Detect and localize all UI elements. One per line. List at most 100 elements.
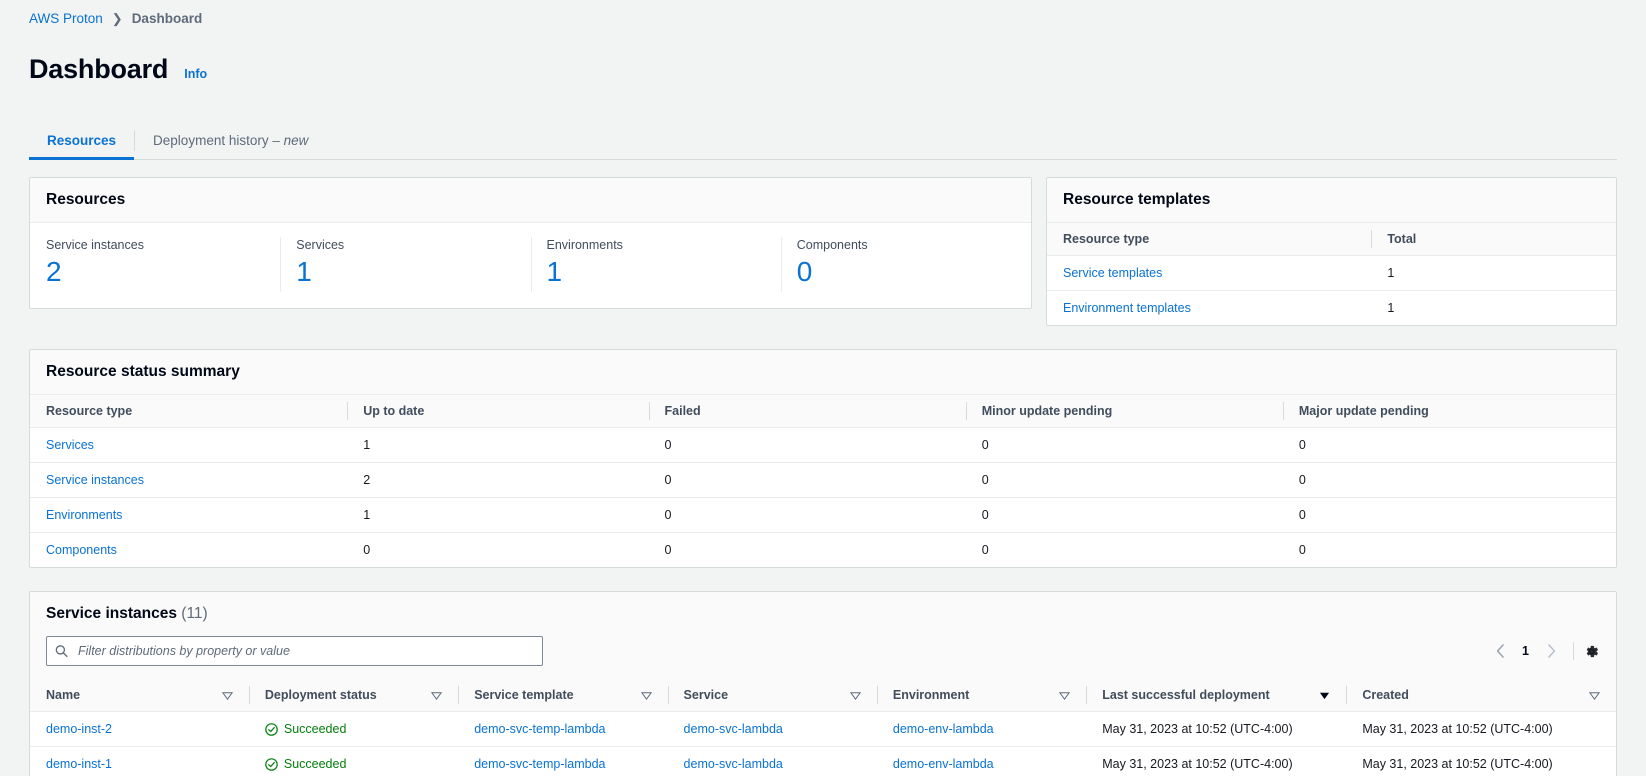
cell-last-successful-deployment: May 31, 2023 at 10:52 (UTC-4:00): [1086, 712, 1346, 747]
breadcrumb-item-dashboard[interactable]: Dashboard: [132, 11, 203, 26]
cell-resource-type: Environments: [30, 498, 347, 533]
cell-name: demo-inst-2: [30, 712, 249, 747]
cell-major: 0: [1283, 533, 1616, 568]
column-header-service-template[interactable]: Service template: [458, 679, 667, 712]
table-row: demo-inst-2 Succeeded demo-svc-temp-lamb…: [30, 712, 1616, 747]
sort-icon: [431, 690, 442, 701]
link-components[interactable]: Components: [46, 543, 117, 557]
resources-card-title: Resources: [46, 191, 1015, 209]
cell-service: demo-svc-lambda: [668, 712, 877, 747]
sort-icon: [1059, 690, 1070, 701]
column-header-minor-update-pending[interactable]: Minor update pending: [966, 395, 1283, 428]
column-header-name[interactable]: Name: [30, 679, 249, 712]
service-instances-count: (11): [181, 605, 207, 622]
search-input[interactable]: [46, 636, 543, 666]
table-row: demo-inst-1 Succeeded demo-svc-temp-lamb…: [30, 747, 1616, 776]
resource-templates-title: Resource templates: [1063, 191, 1600, 209]
metric-components-value[interactable]: 0: [797, 256, 1015, 288]
page-number[interactable]: 1: [1515, 644, 1536, 658]
column-header-total[interactable]: Total: [1371, 223, 1616, 256]
info-link[interactable]: Info: [184, 67, 207, 81]
tab-deployment-history-label: Deployment history: [153, 133, 269, 148]
sort-icon-active: [1319, 690, 1330, 701]
page-title: Dashboard: [29, 54, 168, 85]
column-header-last-successful-deployment[interactable]: Last successful deployment: [1086, 679, 1346, 712]
sort-icon: [641, 690, 652, 701]
table-row: Services 1 0 0 0: [30, 428, 1616, 463]
column-header-major-update-pending[interactable]: Major update pending: [1283, 395, 1616, 428]
metric-services-value[interactable]: 1: [296, 256, 514, 288]
metric-components: Components 0: [781, 223, 1031, 308]
status-badge: Succeeded: [284, 757, 347, 771]
link-service[interactable]: demo-svc-lambda: [684, 757, 783, 771]
cell-major: 0: [1283, 428, 1616, 463]
cell-major: 0: [1283, 463, 1616, 498]
breadcrumb: AWS Proton ❯ Dashboard: [29, 0, 1617, 22]
column-header-up-to-date[interactable]: Up to date: [347, 395, 648, 428]
cell-created: May 31, 2023 at 10:52 (UTC-4:00): [1346, 712, 1616, 747]
service-instances-table: Name Deployment status: [30, 679, 1616, 776]
previous-page-button[interactable]: [1487, 638, 1513, 664]
cell-failed: 0: [649, 463, 966, 498]
column-header-deployment-status[interactable]: Deployment status: [249, 679, 458, 712]
tab-list: Resources Deployment history – new: [29, 122, 1617, 160]
cell-environment: demo-env-lambda: [877, 712, 1086, 747]
cell-major: 0: [1283, 498, 1616, 533]
link-instance-name[interactable]: demo-inst-2: [46, 722, 112, 736]
pagination: 1: [1487, 638, 1600, 664]
column-header-resource-type[interactable]: Resource type: [1047, 223, 1371, 256]
link-service-instances[interactable]: Service instances: [46, 473, 144, 487]
cell-failed: 0: [649, 498, 966, 533]
link-service-template[interactable]: demo-svc-temp-lambda: [474, 722, 605, 736]
search-wrapper: [46, 636, 543, 666]
resource-status-summary-card: Resource status summary Resource type Up…: [29, 349, 1617, 568]
resource-templates-column: Resource templates Resource type Total: [1046, 177, 1617, 326]
link-service[interactable]: demo-svc-lambda: [684, 722, 783, 736]
tab-deployment-history[interactable]: Deployment history – new: [135, 122, 326, 159]
metric-service-instances-value[interactable]: 2: [46, 256, 264, 288]
cell-last-successful-deployment: May 31, 2023 at 10:52 (UTC-4:00): [1086, 747, 1346, 776]
link-environment[interactable]: demo-env-lambda: [893, 757, 994, 771]
metric-environments-label: Environments: [547, 238, 765, 252]
chevron-left-icon: [1496, 644, 1505, 658]
gear-icon[interactable]: [1583, 643, 1600, 660]
metric-environments-value[interactable]: 1: [547, 256, 765, 288]
table-row: Service templates 1: [1047, 256, 1616, 291]
resource-templates-card: Resource templates Resource type Total: [1046, 177, 1617, 326]
tab-resources[interactable]: Resources: [29, 122, 134, 159]
status-summary-table: Resource type Up to date Failed Minor up…: [30, 395, 1616, 567]
cell-service: demo-svc-lambda: [668, 747, 877, 776]
link-environments[interactable]: Environments: [46, 508, 122, 522]
column-header-resource-type[interactable]: Resource type: [30, 395, 347, 428]
cell-minor: 0: [966, 463, 1283, 498]
tab-new-badge: – new: [269, 133, 309, 148]
table-row: Environments 1 0 0 0: [30, 498, 1616, 533]
column-header-created[interactable]: Created: [1346, 679, 1616, 712]
link-environment-templates[interactable]: Environment templates: [1063, 301, 1191, 315]
resources-column: Resources Service instances 2 Services 1…: [29, 177, 1032, 326]
column-header-service[interactable]: Service: [668, 679, 877, 712]
breadcrumb-item-aws-proton[interactable]: AWS Proton: [29, 11, 103, 26]
cell-total: 1: [1371, 291, 1616, 326]
column-header-environment[interactable]: Environment: [877, 679, 1086, 712]
status-summary-title: Resource status summary: [46, 363, 1600, 381]
column-header-failed[interactable]: Failed: [649, 395, 966, 428]
resource-templates-header: Resource templates: [1047, 178, 1616, 223]
link-service-template[interactable]: demo-svc-temp-lambda: [474, 757, 605, 771]
service-instances-card: Service instances (11) 1: [29, 591, 1617, 776]
next-page-button[interactable]: [1538, 638, 1564, 664]
metric-services: Services 1: [280, 223, 530, 308]
cell-resource-type: Environment templates: [1047, 291, 1371, 326]
cell-up-to-date: 1: [347, 498, 648, 533]
link-service-templates[interactable]: Service templates: [1063, 266, 1162, 280]
success-check-icon: [265, 758, 278, 771]
link-services[interactable]: Services: [46, 438, 94, 452]
cell-name: demo-inst-1: [30, 747, 249, 776]
link-instance-name[interactable]: demo-inst-1: [46, 757, 112, 771]
page-header: Dashboard Info: [29, 36, 1617, 103]
cell-resource-type: Service templates: [1047, 256, 1371, 291]
table-header-row: Resource type Up to date Failed Minor up…: [30, 395, 1616, 428]
cell-service-template: demo-svc-temp-lambda: [458, 712, 667, 747]
link-environment[interactable]: demo-env-lambda: [893, 722, 994, 736]
sort-icon: [850, 690, 861, 701]
